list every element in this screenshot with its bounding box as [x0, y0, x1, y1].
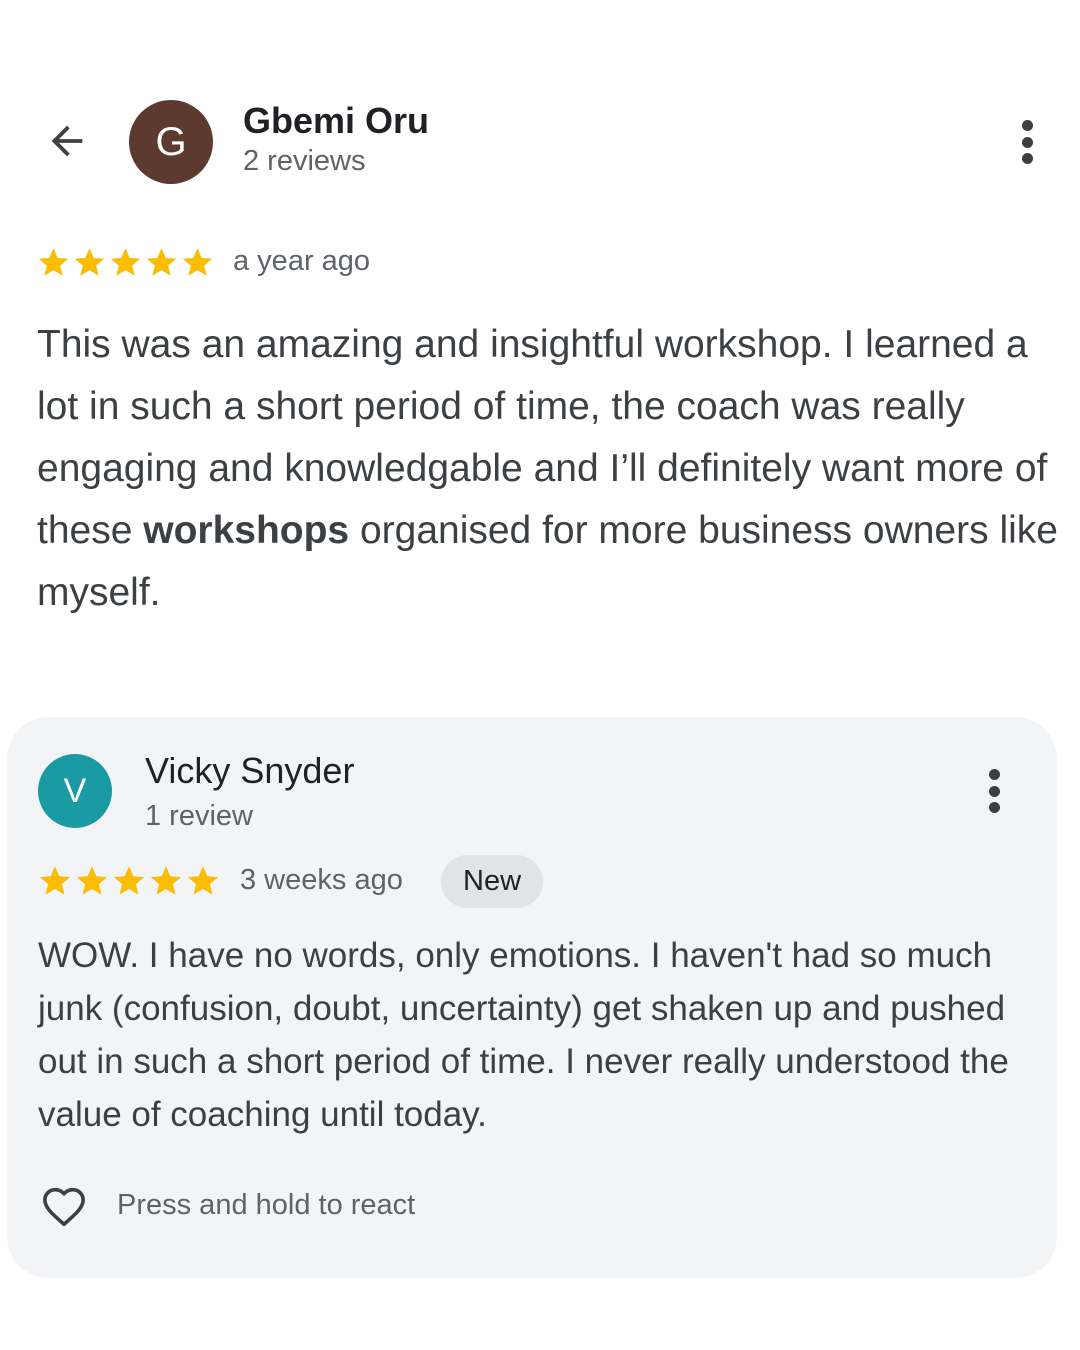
more-vert-icon-dot: [988, 769, 1000, 780]
star-icon: [146, 248, 177, 276]
reviewer-name[interactable]: Gbemi Oru: [243, 100, 429, 142]
reviewer-review-count: 1 review: [145, 800, 253, 832]
more-vert-icon-dot: [1021, 153, 1033, 164]
avatar[interactable]: V: [38, 754, 112, 828]
more-vert-icon-dot: [1021, 120, 1033, 131]
star-rating: [37, 863, 221, 899]
more-options-button[interactable]: [979, 763, 1009, 819]
avatar-letter: G: [155, 119, 187, 164]
star-icon: [39, 866, 71, 895]
more-vert-icon-dot: [1021, 136, 1033, 148]
avatar-letter: V: [63, 771, 87, 810]
more-options-button[interactable]: [1012, 114, 1042, 170]
star-icon: [38, 248, 69, 276]
review-time: 3 weeks ago: [240, 864, 403, 896]
back-button[interactable]: [38, 112, 96, 170]
star-icon: [110, 248, 141, 276]
more-vert-icon-dot: [988, 802, 1000, 813]
reviewer-review-count: 2 reviews: [243, 145, 366, 177]
heart-outline-icon: [43, 1187, 85, 1227]
star-icon: [182, 248, 213, 276]
star-rating: [36, 245, 215, 280]
more-vert-icon-dot: [988, 785, 1000, 797]
star-icon: [74, 248, 105, 276]
star-icon: [150, 866, 182, 895]
new-badge: New: [441, 855, 544, 908]
star-icon: [113, 866, 145, 895]
avatar[interactable]: G: [129, 100, 213, 184]
star-icon: [76, 866, 108, 895]
arrow-left-icon: [51, 125, 83, 157]
review-text: This was an amazing and insightful works…: [37, 314, 1067, 624]
react-label: Press and hold to react: [117, 1188, 416, 1221]
star-icon: [187, 866, 219, 895]
reviewer-name[interactable]: Vicky Snyder: [145, 750, 354, 792]
react-button[interactable]: Press and hold to react: [37, 1178, 415, 1232]
review-time: a year ago: [233, 245, 371, 277]
review-text-bold: workshops: [143, 509, 350, 552]
review-text: WOW. I have no words, only emotions. I h…: [38, 936, 1009, 1134]
